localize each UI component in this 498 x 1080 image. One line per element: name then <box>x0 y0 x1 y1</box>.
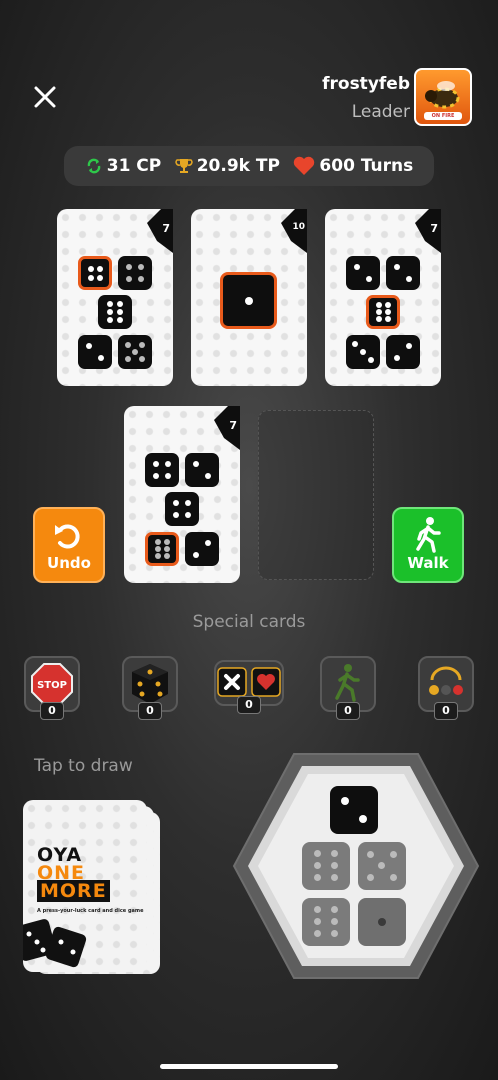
walk-label: Walk <box>407 554 449 572</box>
tap-to-draw-label: Tap to draw <box>34 756 133 776</box>
special-card-die[interactable]: 0 <box>122 656 178 720</box>
die-six-highlighted <box>366 295 400 329</box>
undo-label: Undo <box>47 554 91 572</box>
close-button[interactable] <box>30 82 60 112</box>
home-indicator[interactable] <box>160 1064 338 1069</box>
logo-more: MORE <box>37 880 110 902</box>
die-five <box>118 335 152 369</box>
die-two <box>346 256 380 290</box>
special-card-stop[interactable]: STOP 0 <box>24 656 80 720</box>
played-card-3[interactable]: 7 <box>325 209 441 386</box>
die-two <box>185 532 219 566</box>
dice-pair-icon <box>23 919 87 968</box>
walking-person-icon <box>416 517 441 553</box>
special-cards-title: Special cards <box>192 612 306 632</box>
heart-icon <box>294 156 315 175</box>
card-value: 7 <box>430 222 438 235</box>
undo-icon <box>55 524 80 549</box>
cp-value: 31 CP <box>106 156 162 176</box>
die-one-highlighted <box>220 272 277 329</box>
tray-die-six[interactable] <box>302 898 350 946</box>
special-count: 0 <box>336 702 360 720</box>
die-four <box>118 256 152 290</box>
special-card-dice-trio[interactable]: 0 <box>418 656 474 720</box>
die-four-highlighted <box>78 256 112 290</box>
tp-stat: 20.9k TP <box>175 156 280 176</box>
turns-value: 600 Turns <box>319 156 414 176</box>
svg-text:STOP: STOP <box>37 680 67 691</box>
played-card-2[interactable]: 10 <box>191 209 307 386</box>
trophy-icon <box>175 159 193 173</box>
user-rank: Leader <box>351 102 410 122</box>
die-two <box>78 335 112 369</box>
special-count: 0 <box>434 702 458 720</box>
close-icon <box>34 86 56 108</box>
card-value: 10 <box>292 222 305 232</box>
draw-deck[interactable]: OYA ONE MORE A press-your-luck card and … <box>23 800 147 972</box>
empty-card-slot[interactable] <box>258 410 374 580</box>
die-three <box>346 335 380 369</box>
cycle-icon <box>87 158 101 174</box>
played-card-4[interactable]: 7 <box>124 406 240 583</box>
tray-die-six[interactable] <box>302 842 350 890</box>
special-card-cross-heart[interactable]: 0 <box>214 660 284 714</box>
special-count: 0 <box>138 702 162 720</box>
avatar-badge: ON FIRE <box>424 112 462 120</box>
special-card-walker[interactable]: 0 <box>320 656 376 720</box>
special-count: 0 <box>40 702 64 720</box>
tp-value: 20.9k TP <box>196 156 280 176</box>
card-value: 7 <box>162 222 170 235</box>
tray-die-five[interactable] <box>358 842 406 890</box>
die-two <box>185 453 219 487</box>
die-six <box>98 295 132 329</box>
die-six-highlighted <box>145 532 179 566</box>
played-card-1[interactable]: 7 <box>57 209 173 386</box>
turns-stat: 600 Turns <box>293 156 413 176</box>
special-count: 0 <box>237 696 261 714</box>
dice-tray[interactable] <box>232 752 480 980</box>
die-four <box>165 492 199 526</box>
undo-button[interactable]: Undo <box>33 507 105 583</box>
cp-stat: 31 CP <box>85 156 162 176</box>
tray-die-one[interactable] <box>358 898 406 946</box>
die-two <box>386 256 420 290</box>
die-two <box>386 335 420 369</box>
card-value: 7 <box>229 419 237 432</box>
tray-die-two[interactable] <box>330 786 378 834</box>
walk-button[interactable]: Walk <box>392 507 464 583</box>
die-four <box>145 453 179 487</box>
stats-bar: 31 CP 20.9k TP 600 Turns <box>64 146 434 186</box>
username: frostyfeb <box>322 74 410 94</box>
avatar[interactable]: ON FIRE <box>414 68 472 126</box>
